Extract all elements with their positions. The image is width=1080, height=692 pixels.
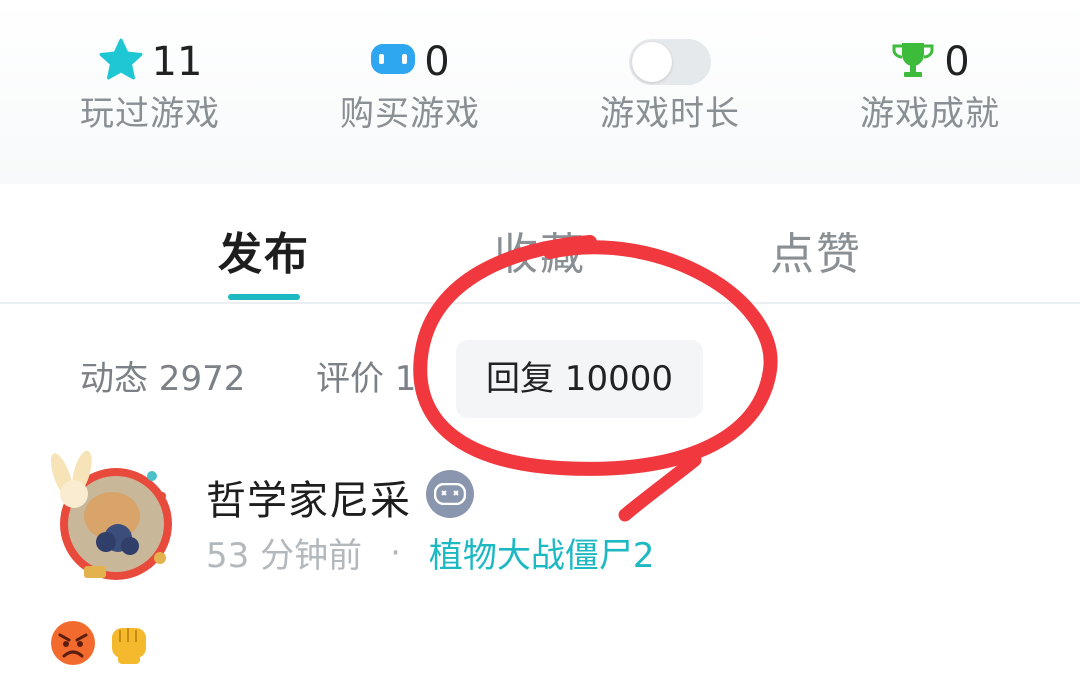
achievements-count: 0 (944, 39, 970, 85)
stat-played-games[interactable]: 11 玩过游戏 (20, 30, 280, 140)
gamepad-badge-icon (426, 470, 474, 518)
subtab-dynamics[interactable]: 动态 2972 (80, 340, 245, 418)
stats-bar: 11 玩过游戏 0 购买游戏 游戏时长 0 游戏成就 (0, 0, 1080, 184)
post-username[interactable]: 哲学家尼采 (206, 468, 411, 526)
stat-purchased-games[interactable]: 0 购买游戏 (280, 30, 540, 140)
toggle-knob (632, 42, 672, 82)
play-time-label: 游戏时长 (600, 94, 740, 134)
post-content-emojis (48, 618, 154, 672)
stat-achievements[interactable]: 0 游戏成就 (800, 30, 1060, 140)
play-time-toggle[interactable] (629, 39, 711, 85)
tab-favorites[interactable]: 收藏 (494, 218, 586, 282)
post-time: 53 分钟前 (206, 536, 363, 576)
profile-page: 11 玩过游戏 0 购买游戏 游戏时长 0 游戏成就 发布 收藏 点赞 动态 2… (0, 0, 1080, 692)
meta-separator: · (390, 532, 401, 573)
subtab-reviews[interactable]: 评价 1 (316, 340, 416, 418)
purchased-games-label: 购买游戏 (340, 94, 480, 134)
played-games-label: 玩过游戏 (80, 94, 220, 134)
tab-publish[interactable]: 发布 (218, 218, 310, 282)
post-game-link[interactable]: 植物大战僵尸2 (429, 528, 655, 577)
avatar[interactable] (40, 446, 180, 586)
post-meta: 53 分钟前 · 植物大战僵尸2 (206, 528, 655, 577)
content-tabs: 发布 收藏 点赞 (0, 184, 1080, 304)
angry-face-emoji-icon (48, 618, 98, 672)
fist-emoji-icon (104, 618, 154, 672)
achievements-label: 游戏成就 (860, 94, 1000, 134)
purchased-games-count: 0 (424, 39, 450, 85)
trophy-icon (890, 40, 936, 84)
star-icon (98, 38, 144, 86)
played-games-count: 11 (151, 39, 203, 85)
subtab-replies[interactable]: 回复 10000 (456, 340, 703, 418)
tab-likes[interactable]: 点赞 (770, 218, 862, 282)
stat-play-time[interactable]: 游戏时长 (540, 30, 800, 140)
gamepad-icon (370, 42, 416, 82)
active-tab-indicator (228, 294, 300, 300)
